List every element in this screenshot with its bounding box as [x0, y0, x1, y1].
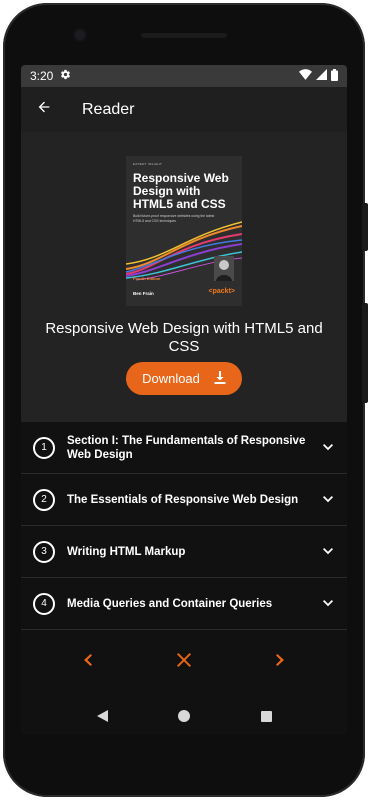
- page-title: Reader: [82, 100, 135, 118]
- reader-controls: [21, 650, 347, 674]
- settings-gear-icon: [60, 69, 71, 83]
- battery-icon: [331, 68, 338, 84]
- list-item[interactable]: 3 Writing HTML Markup: [21, 526, 347, 578]
- status-time: 3:20: [30, 69, 54, 83]
- publisher-logo: <packt>: [208, 288, 235, 295]
- square-recents-icon: [260, 709, 272, 727]
- volume-button: [362, 203, 368, 251]
- system-nav-bar: [21, 705, 347, 731]
- section-title: Media Queries and Container Queries: [67, 597, 273, 610]
- arrow-left-icon: [36, 99, 52, 120]
- wifi-icon: [299, 69, 312, 83]
- book-title: Responsive Web Design with HTML5 and CSS: [45, 320, 323, 355]
- power-button: [362, 303, 368, 403]
- cell-signal-icon: [316, 69, 327, 83]
- back-button[interactable]: [22, 99, 66, 120]
- author-photo: [214, 256, 234, 281]
- list-item[interactable]: 1 Section I: The Fundamentals of Respons…: [21, 422, 347, 474]
- chevron-right-icon: [276, 653, 284, 671]
- system-recents-button[interactable]: [254, 706, 278, 730]
- chevron-left-icon: [84, 653, 92, 671]
- list-item[interactable]: 2 The Essentials of Responsive Web Desig…: [21, 474, 347, 526]
- book-header: EXPERT INSIGHT Responsive Web Design wit…: [21, 132, 347, 422]
- close-button[interactable]: [172, 650, 196, 674]
- section-title: Writing HTML Markup: [67, 545, 186, 558]
- chapter-list: 1 Section I: The Fundamentals of Respons…: [21, 422, 347, 630]
- earpiece-speaker: [141, 33, 227, 38]
- chevron-down-icon[interactable]: [317, 600, 339, 607]
- section-title: The Essentials of Responsive Web Design: [67, 493, 299, 506]
- previous-button[interactable]: [76, 650, 100, 674]
- cover-title: Responsive Web Design with HTML5 and CSS: [133, 171, 229, 211]
- download-label: Download: [142, 371, 200, 386]
- front-camera: [75, 30, 85, 40]
- cover-kicker: EXPERT INSIGHT: [133, 162, 163, 166]
- section-number: 3: [33, 540, 55, 563]
- cover-author: Ben Frain: [133, 291, 154, 296]
- chevron-down-icon[interactable]: [317, 444, 339, 451]
- close-icon: [177, 652, 191, 672]
- triangle-back-icon: [96, 709, 108, 727]
- section-number: 4: [33, 592, 55, 615]
- download-button[interactable]: Download: [126, 362, 242, 395]
- screen: 3:20 Reader EXPERT INSIGHT Responsive We…: [21, 65, 347, 735]
- list-item[interactable]: 4 Media Queries and Container Queries: [21, 578, 347, 630]
- circle-home-icon: [178, 709, 190, 727]
- app-bar: Reader: [21, 87, 347, 132]
- chevron-down-icon[interactable]: [317, 496, 339, 503]
- system-back-button[interactable]: [90, 706, 114, 730]
- download-icon: [214, 370, 226, 387]
- book-cover-image: EXPERT INSIGHT Responsive Web Design wit…: [126, 156, 242, 306]
- chevron-down-icon[interactable]: [317, 548, 339, 555]
- next-button[interactable]: [268, 650, 292, 674]
- cover-edition: Fourth Edition: [133, 276, 161, 281]
- status-bar: 3:20: [21, 65, 347, 87]
- section-number: 2: [33, 488, 55, 511]
- system-home-button[interactable]: [172, 706, 196, 730]
- section-title: Section I: The Fundamentals of Responsiv…: [67, 434, 306, 461]
- section-number: 1: [33, 436, 55, 459]
